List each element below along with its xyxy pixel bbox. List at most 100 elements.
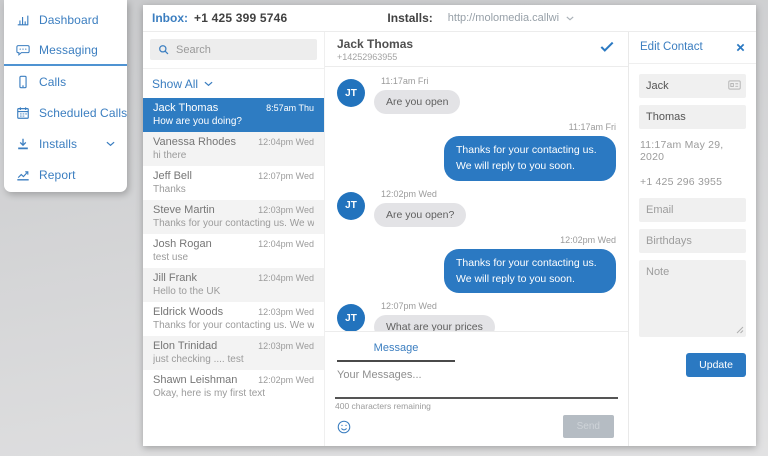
conversation-time: 12:03pm Wed — [258, 205, 314, 215]
birthdays-wrap — [639, 229, 746, 253]
sidebar-item-dashboard[interactable]: Dashboard — [4, 4, 127, 35]
note-field[interactable] — [639, 260, 746, 337]
message-incoming: JT 12:07pm Wed What are your prices — [337, 300, 616, 331]
conversation-time: 12:03pm Wed — [258, 307, 314, 317]
last-name-wrap — [639, 105, 746, 129]
sidebar-item-label: Report — [39, 168, 76, 182]
installs-dropdown[interactable]: http://molomedia.callwi — [448, 12, 574, 24]
avatar: JT — [337, 79, 365, 107]
conversation-item[interactable]: Steve Martin 12:03pm Wed Thanks for your… — [143, 200, 324, 234]
conversation-preview: Thanks for your contacting us. We will .… — [153, 218, 314, 229]
compose-footer: Send — [335, 415, 618, 438]
sidebar-item-calls[interactable]: Calls — [4, 66, 127, 97]
main-body: Search Show All Jack Thomas 8:57am Thu H… — [143, 32, 756, 446]
main-card: Inbox: +1 425 399 5746 Installs: http://… — [143, 5, 756, 446]
chevron-down-icon — [106, 141, 115, 147]
conversation-row: Eldrick Woods 12:03pm Wed — [153, 306, 314, 318]
close-icon[interactable] — [736, 43, 745, 52]
conversation-time: 12:07pm Wed — [258, 171, 314, 181]
conversation-preview: Hello to the UK — [153, 286, 314, 297]
conversation-item[interactable]: Jeff Bell 12:07pm Wed Thanks — [143, 166, 324, 200]
dashboard-icon — [16, 13, 30, 27]
message-time: 12:02pm Wed — [381, 189, 466, 199]
compose-input[interactable] — [335, 362, 618, 392]
conversation-preview: Okay, here is my first text — [153, 388, 314, 399]
installs-group: Installs: http://molomedia.callwi — [387, 11, 574, 25]
conversation-row: Shawn Leishman 12:02pm Wed — [153, 374, 314, 386]
message-incoming: JT 11:17am Fri Are you open — [337, 75, 616, 114]
sidebar-item-messaging[interactable]: Messaging — [4, 35, 127, 66]
message-body: 12:02pm Wed Are you open? — [374, 188, 466, 227]
message-bubble: Thanks for your contacting us. We will r… — [444, 249, 616, 294]
calls-icon — [16, 75, 30, 89]
conversation-preview: How are you doing? — [153, 116, 314, 127]
message-outgoing: 12:02pm Wed Thanks for your contacting u… — [337, 234, 616, 294]
message-time: 12:07pm Wed — [381, 301, 495, 311]
sidebar-nav: Dashboard Messaging Calls Scheduled Call… — [4, 4, 127, 190]
conversation-time: 12:04pm Wed — [258, 239, 314, 249]
conversation-time: 12:03pm Wed — [258, 341, 314, 351]
edit-contact-title: Edit Contact — [640, 41, 703, 53]
message-body: 12:07pm Wed What are your prices — [374, 300, 495, 331]
first-name-wrap — [639, 74, 746, 98]
message-bubble: Are you open — [374, 90, 460, 114]
search-input[interactable]: Search — [150, 39, 317, 60]
chat-contact-number: +14252963955 — [337, 52, 616, 62]
send-button[interactable]: Send — [563, 415, 614, 438]
chat-messages: JT 11:17am Fri Are you open 11:17am Fri … — [325, 67, 628, 331]
conversation-item[interactable]: Jill Frank 12:04pm Wed Hello to the UK — [143, 268, 324, 302]
conversation-row: Jill Frank 12:04pm Wed — [153, 272, 314, 284]
message-body: 11:17am Fri Are you open — [374, 75, 460, 114]
conversation-name: Josh Rogan — [153, 238, 212, 250]
chat-panel: Jack Thomas +14252963955 JT 11:17am Fri … — [325, 32, 629, 446]
compose-area — [335, 362, 618, 399]
filter-label: Show All — [152, 77, 198, 91]
inbox-label: Inbox: — [152, 11, 188, 25]
conversation-name: Shawn Leishman — [153, 374, 237, 386]
resize-handle-icon[interactable] — [736, 326, 744, 334]
message-time: 12:02pm Wed — [560, 235, 616, 245]
chevron-down-icon — [204, 81, 213, 87]
conversation-name: Jeff Bell — [153, 170, 192, 182]
conversation-row: Jeff Bell 12:07pm Wed — [153, 170, 314, 182]
inbox-number: +1 425 399 5746 — [194, 11, 287, 25]
sidebar-item-label: Dashboard — [39, 13, 99, 27]
conversation-item[interactable]: Elon Trinidad 12:03pm Wed just checking … — [143, 336, 324, 370]
conversation-list-panel: Search Show All Jack Thomas 8:57am Thu H… — [143, 32, 325, 446]
conversation-row: Elon Trinidad 12:03pm Wed — [153, 340, 314, 352]
emoji-icon[interactable] — [337, 420, 351, 434]
conversation-time: 12:04pm Wed — [258, 137, 314, 147]
last-name-field[interactable] — [639, 105, 746, 129]
conversation-row: Jack Thomas 8:57am Thu — [153, 102, 314, 114]
conversation-item[interactable]: Jack Thomas 8:57am Thu How are you doing… — [143, 98, 324, 132]
filter-show-all[interactable]: Show All — [143, 69, 324, 98]
tab-message[interactable]: Message — [337, 339, 455, 362]
installs-icon — [16, 137, 30, 151]
search-icon — [158, 44, 169, 55]
email-field[interactable] — [639, 198, 746, 222]
conversation-name: Jack Thomas — [153, 102, 218, 114]
conversation-item[interactable]: Josh Rogan 12:04pm Wed test use — [143, 234, 324, 268]
sidebar-item-label: Calls — [39, 75, 66, 89]
chat-header: Jack Thomas +14252963955 — [325, 32, 628, 67]
conversation-item[interactable]: Eldrick Woods 12:03pm Wed Thanks for you… — [143, 302, 324, 336]
avatar: JT — [337, 192, 365, 220]
check-icon[interactable] — [600, 41, 614, 52]
installs-label: Installs: — [387, 11, 432, 25]
conversation-preview: Thanks for your contacting us. We will .… — [153, 320, 314, 331]
sidebar-item-installs[interactable]: Installs — [4, 128, 127, 159]
conversation-item[interactable]: Shawn Leishman 12:02pm Wed Okay, here is… — [143, 370, 324, 404]
sidebar: Dashboard Messaging Calls Scheduled Call… — [4, 0, 127, 192]
contact-phone: +1 425 296 3955 — [640, 176, 745, 188]
chat-contact-name: Jack Thomas — [337, 37, 616, 51]
conversation-item[interactable]: Vanessa Rhodes 12:04pm Wed hi there — [143, 132, 324, 166]
birthdays-field[interactable] — [639, 229, 746, 253]
sidebar-item-scheduled-calls[interactable]: Scheduled Calls — [4, 97, 127, 128]
chevron-down-icon — [566, 16, 574, 21]
sidebar-item-label: Scheduled Calls — [39, 106, 127, 120]
update-button[interactable]: Update — [686, 353, 746, 377]
message-outgoing: 11:17am Fri Thanks for your contacting u… — [337, 121, 616, 181]
conversation-row: Vanessa Rhodes 12:04pm Wed — [153, 136, 314, 148]
sidebar-item-report[interactable]: Report — [4, 159, 127, 190]
conversation-preview: hi there — [153, 150, 314, 161]
